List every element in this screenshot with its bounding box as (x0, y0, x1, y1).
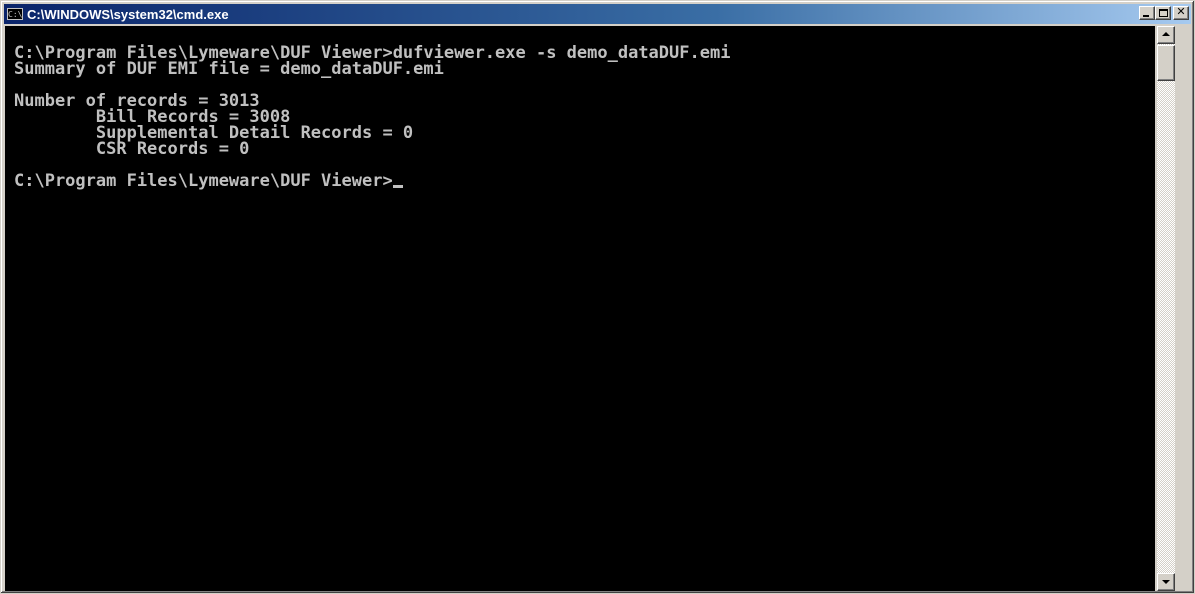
maximize-icon (1159, 9, 1168, 17)
minimize-icon (1143, 15, 1149, 17)
console-output[interactable]: C:\Program Files\Lymeware\DUF Viewer>duf… (5, 26, 1155, 591)
cmd-icon[interactable]: C:\ (7, 8, 23, 20)
close-button[interactable]: ✕ (1173, 6, 1189, 20)
title-bar[interactable]: C:\ C:\WINDOWS\system32\cmd.exe ✕ (4, 4, 1191, 24)
vertical-scrollbar[interactable] (1157, 26, 1175, 591)
console-line: CSR Records = 0 (14, 139, 250, 159)
scroll-up-arrow-icon (1162, 32, 1170, 36)
maximize-button[interactable] (1155, 6, 1171, 20)
console-prompt: C:\Program Files\Lymeware\DUF Viewer> (14, 171, 393, 191)
cmd-window: C:\ C:\WINDOWS\system32\cmd.exe ✕ C:\Pro… (0, 0, 1195, 594)
minimize-button[interactable] (1139, 6, 1155, 20)
scroll-down-button[interactable] (1157, 573, 1175, 591)
close-icon: ✕ (1176, 5, 1186, 18)
scroll-up-button[interactable] (1157, 26, 1175, 44)
title-buttons: ✕ (1139, 6, 1189, 20)
text-cursor (392, 185, 403, 188)
window-title: C:\WINDOWS\system32\cmd.exe (27, 6, 229, 22)
scrollbar-thumb[interactable] (1157, 45, 1175, 81)
scroll-down-arrow-icon (1162, 580, 1170, 584)
console-prompt-line[interactable]: C:\Program Files\Lymeware\DUF Viewer> (14, 171, 1155, 191)
console-line: Summary of DUF EMI file = demo_dataDUF.e… (14, 59, 444, 79)
